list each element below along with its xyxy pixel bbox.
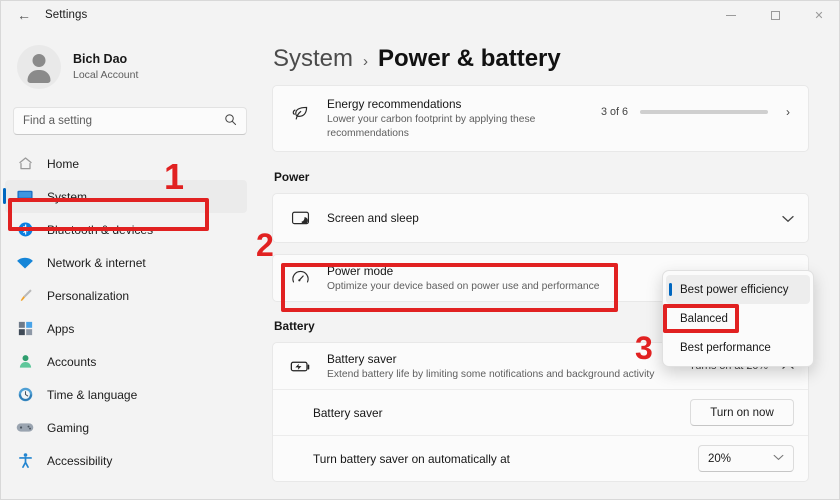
sidebar-item-system[interactable]: System	[5, 180, 247, 213]
sidebar-item-label: Personalization	[47, 289, 129, 303]
title-bar: ← Settings ✕	[1, 1, 840, 29]
account-type: Local Account	[73, 68, 138, 83]
search-icon	[224, 113, 237, 129]
screen-and-sleep-card: Screen and sleep	[272, 193, 809, 243]
energy-recommendations-card: Energy recommendations Lower your carbon…	[272, 85, 809, 152]
sidebar-item-time-language[interactable]: Time & language	[5, 378, 247, 411]
sidebar-item-label: System	[47, 190, 87, 204]
leaf-icon	[287, 104, 313, 123]
sidebar-item-accessibility[interactable]: Accessibility	[5, 444, 247, 477]
battery-auto-label: Turn battery saver on automatically at	[313, 451, 698, 467]
settings-window: ← Settings ✕ Bich Dao Local Account	[0, 0, 840, 500]
option-label: Best power efficiency	[680, 284, 788, 296]
maximize-button[interactable]	[753, 1, 797, 29]
breadcrumb-root[interactable]: System	[273, 45, 353, 73]
sidebar-item-personalization[interactable]: Personalization	[5, 279, 247, 312]
energy-count: 3 of 6	[601, 106, 628, 118]
sidebar-item-label: Apps	[47, 322, 74, 336]
sidebar-item-gaming[interactable]: Gaming	[5, 411, 247, 444]
accessibility-icon	[15, 451, 35, 471]
sidebar: Bich Dao Local Account Home	[1, 29, 261, 500]
bluetooth-icon	[15, 220, 35, 240]
sidebar-item-label: Gaming	[47, 421, 89, 435]
gamepad-icon	[15, 418, 35, 438]
battery-saver-toggle-row: Battery saver Turn on now	[273, 389, 808, 435]
sidebar-item-bluetooth-devices[interactable]: Bluetooth & devices	[5, 213, 247, 246]
sidebar-item-label: Accessibility	[47, 454, 112, 468]
sidebar-item-home[interactable]: Home	[5, 147, 247, 180]
sidebar-item-apps[interactable]: Apps	[5, 312, 247, 345]
turn-on-now-button[interactable]: Turn on now	[690, 399, 794, 426]
battery-saver-toggle-label: Battery saver	[313, 405, 690, 421]
power-mode-dropdown: Best power efficiency Balanced Best perf…	[662, 270, 814, 367]
sidebar-item-label: Home	[47, 157, 79, 171]
account-name: Bich Dao	[73, 51, 138, 67]
option-label: Balanced	[680, 313, 728, 325]
option-label: Best performance	[680, 342, 771, 354]
energy-progress-bar	[640, 110, 768, 114]
content-pane: System › Power & battery Energy recommen…	[261, 29, 840, 500]
search-box[interactable]	[13, 107, 247, 135]
sidebar-item-network-internet[interactable]: Network & internet	[5, 246, 247, 279]
battery-saver-subtitle: Extend battery life by limiting some not…	[327, 368, 689, 382]
breadcrumb-separator: ›	[363, 53, 368, 70]
battery-auto-threshold-value: 20%	[708, 453, 731, 465]
user-avatar-icon	[17, 45, 61, 89]
minimize-button[interactable]	[709, 1, 753, 29]
screen-sleep-title: Screen and sleep	[327, 210, 768, 226]
chevron-down-icon	[773, 453, 784, 464]
close-button[interactable]: ✕	[797, 1, 840, 29]
person-icon	[15, 352, 35, 372]
sidebar-item-label: Bluetooth & devices	[47, 223, 153, 237]
speedometer-icon	[287, 269, 313, 288]
screen-and-sleep-row[interactable]: Screen and sleep	[273, 194, 808, 242]
sidebar-item-label: Accounts	[47, 355, 96, 369]
power-mode-option-best-power-efficiency[interactable]: Best power efficiency	[666, 275, 810, 304]
energy-recommendations-row[interactable]: Energy recommendations Lower your carbon…	[273, 86, 808, 151]
annotation-number-2: 2	[256, 229, 274, 261]
paintbrush-icon	[15, 286, 35, 306]
home-icon	[15, 154, 35, 174]
search-input[interactable]	[23, 115, 220, 127]
energy-title: Energy recommendations	[327, 96, 601, 112]
app-title: Settings	[45, 9, 87, 21]
window-controls: ✕	[709, 1, 840, 29]
chevron-down-icon[interactable]	[782, 210, 794, 226]
chevron-right-icon[interactable]: ›	[782, 105, 794, 119]
battery-saver-icon	[287, 359, 313, 374]
sidebar-item-accounts[interactable]: Accounts	[5, 345, 247, 378]
apps-grid-icon	[15, 319, 35, 339]
page-title: Power & battery	[378, 45, 561, 73]
back-arrow-icon[interactable]: ←	[9, 2, 39, 28]
screen-sleep-icon	[287, 210, 313, 227]
account-block[interactable]: Bich Dao Local Account	[1, 29, 261, 89]
power-section-heading: Power	[274, 170, 809, 184]
sidebar-nav: Home System	[1, 147, 261, 477]
annotation-number-3: 3	[635, 332, 653, 364]
sidebar-item-label: Network & internet	[47, 256, 146, 270]
annotation-number-1: 1	[164, 159, 184, 195]
breadcrumb: System › Power & battery	[273, 29, 809, 73]
sidebar-item-label: Time & language	[47, 388, 137, 402]
power-mode-option-balanced[interactable]: Balanced	[666, 304, 810, 333]
power-mode-option-best-performance[interactable]: Best performance	[666, 333, 810, 362]
system-monitor-icon	[15, 187, 35, 207]
battery-auto-row: Turn battery saver on automatically at 2…	[273, 435, 808, 481]
wifi-icon	[15, 253, 35, 273]
clock-globe-icon	[15, 385, 35, 405]
battery-auto-threshold-select[interactable]: 20%	[698, 445, 794, 472]
energy-subtitle: Lower your carbon footprint by applying …	[327, 113, 601, 141]
